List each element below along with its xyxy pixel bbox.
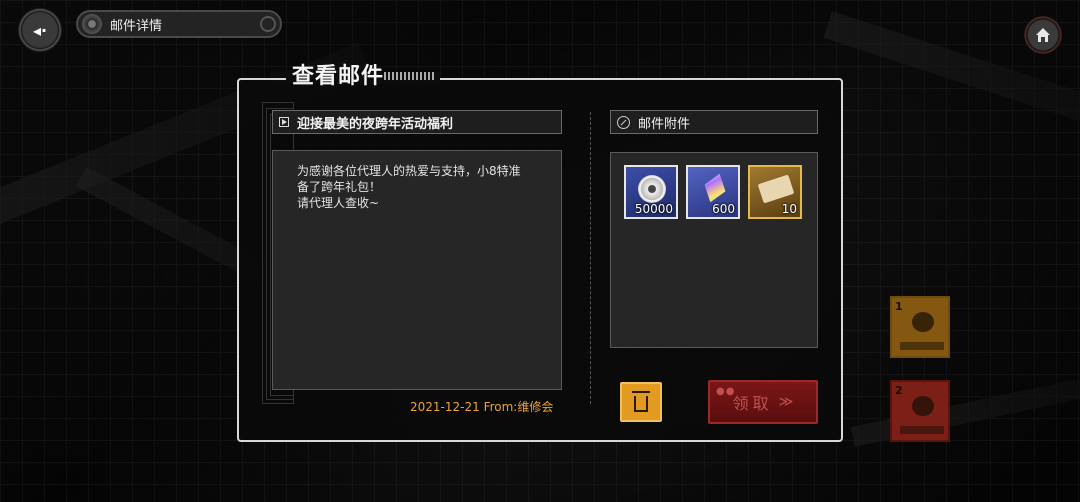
attachment-item-crystal[interactable]: 600 bbox=[686, 165, 740, 219]
side-card-1: 1 bbox=[890, 296, 950, 358]
attachment-qty: 10 bbox=[781, 202, 797, 216]
ring-icon bbox=[260, 16, 276, 32]
play-icon bbox=[279, 117, 289, 127]
back-arrow-icon: ◂· bbox=[32, 20, 48, 40]
home-button[interactable] bbox=[1024, 16, 1062, 54]
back-button[interactable]: ◂· bbox=[18, 8, 62, 52]
mail-body-box: 为感谢各位代理人的热爱与支持，小8特准 备了跨年礼包！ 请代理人查收~ bbox=[272, 150, 562, 390]
side-card-icon bbox=[912, 396, 934, 416]
side-card-icon bbox=[912, 312, 934, 332]
side-card-number: 2 bbox=[895, 384, 903, 397]
mail-from: From:维修会 bbox=[483, 400, 554, 414]
attachments-header-bar: 邮件附件 bbox=[610, 110, 818, 134]
delete-mail-button[interactable] bbox=[620, 382, 662, 422]
mail-subject: 迎接最美的夜跨年活动福利 bbox=[297, 116, 454, 132]
double-chevron-down-icon: ≫ bbox=[778, 394, 794, 410]
claim-button-dots: ●● bbox=[716, 386, 736, 397]
attachment-item-disc[interactable]: 50000 bbox=[624, 165, 678, 219]
mail-date: 2021-12-21 bbox=[410, 400, 480, 414]
film-reel-icon bbox=[82, 14, 102, 34]
header-title-pill: 邮件详情 bbox=[76, 10, 282, 38]
paperclip-icon bbox=[617, 115, 630, 129]
panel-title: 查看邮件 bbox=[292, 64, 385, 89]
claim-button-label: 领取 bbox=[732, 394, 773, 413]
crystal-icon bbox=[700, 170, 730, 205]
attachment-qty: 50000 bbox=[634, 202, 673, 216]
ticket-icon bbox=[757, 174, 795, 204]
side-card-label bbox=[900, 426, 944, 434]
mail-subject-bar: 迎接最美的夜跨年活动福利 bbox=[272, 110, 562, 134]
mail-body-text: 为感谢各位代理人的热爱与支持，小8特准 备了跨年礼包！ 请代理人查收~ bbox=[297, 164, 521, 210]
side-card-2: 2 bbox=[890, 380, 950, 442]
attachment-item-ticket[interactable]: 10 bbox=[748, 165, 802, 219]
page-title: 邮件详情 bbox=[110, 18, 163, 34]
home-icon bbox=[1036, 28, 1050, 42]
panel-title-line bbox=[258, 78, 286, 80]
panel-divider bbox=[590, 112, 591, 404]
side-card-number: 1 bbox=[895, 300, 903, 313]
mail-meta: 2021-12-21 From:维修会 bbox=[410, 398, 553, 415]
claim-button[interactable]: ●● 领取 ≫ bbox=[708, 380, 818, 424]
attachments-header: 邮件附件 bbox=[638, 116, 691, 132]
attachment-qty: 600 bbox=[712, 202, 735, 216]
side-card-label bbox=[900, 342, 944, 350]
panel-title-hatch bbox=[384, 72, 434, 80]
disc-icon bbox=[638, 175, 666, 203]
trash-icon bbox=[632, 391, 650, 412]
